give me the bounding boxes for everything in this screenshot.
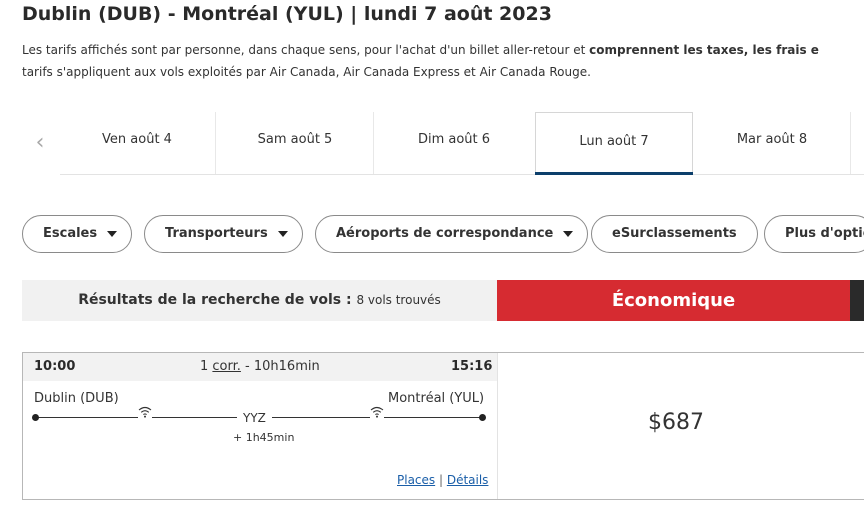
filter-label: eSurclassements	[612, 226, 737, 241]
destination-airport: Montréal (YUL)	[388, 391, 485, 406]
link-separator: |	[435, 473, 447, 487]
carriers-filter-button[interactable]: Transporteurs	[144, 215, 303, 253]
date-tab-aug-8[interactable]: Mar août 8	[693, 112, 851, 174]
flight-card-header: 10:00 1 corr. - 10h16min 15:16	[23, 353, 497, 381]
flight-card: 10:00 1 corr. - 10h16min 15:16 Dublin (D…	[22, 352, 864, 500]
filter-label: Aéroports de correspondance	[336, 226, 554, 241]
chevron-left-icon: ‹	[35, 130, 45, 155]
date-tab-label: Mar août 8	[736, 132, 808, 147]
more-options-button[interactable]: Plus d'optio	[764, 215, 864, 253]
filter-label: Plus d'optio	[785, 226, 864, 241]
card-column-divider	[497, 353, 498, 499]
previous-date-button[interactable]: ‹	[28, 128, 52, 158]
connection-airport-code: YYZ	[237, 411, 272, 425]
filter-label: Escales	[43, 226, 98, 241]
origin-dot	[32, 414, 39, 421]
date-tab-label: Dim août 6	[417, 132, 491, 147]
date-tab-aug-4[interactable]: Ven août 4	[58, 112, 216, 174]
results-label: Résultats de la recherche de vols :	[78, 292, 357, 308]
seats-link[interactable]: Places	[397, 473, 435, 487]
date-tab-aug-5[interactable]: Sam août 5	[216, 112, 374, 174]
caret-down-icon	[277, 230, 288, 237]
upgrades-filter-button[interactable]: eSurclassements	[591, 215, 758, 253]
date-tab-aug-7-selected[interactable]: Lun août 7	[535, 112, 693, 175]
caret-down-icon	[107, 230, 118, 237]
fare-description-line2: tarifs s'appliquent aux vols exploités p…	[22, 65, 591, 79]
stops-filter-button[interactable]: Escales	[22, 215, 133, 253]
arrival-time: 15:16	[451, 359, 493, 374]
wifi-icon	[370, 406, 384, 418]
date-tab-separator	[850, 112, 851, 174]
flight-links: Places | Détails	[397, 473, 488, 487]
caret-down-icon	[563, 230, 574, 237]
date-tab-separator	[373, 112, 374, 174]
date-tab-label: Sam août 5	[257, 132, 333, 147]
stops-count: 1	[200, 359, 213, 374]
page-title: Dublin (DUB) - Montréal (YUL) | lundi 7 …	[22, 3, 552, 25]
date-tab-label: Ven août 4	[102, 132, 172, 147]
date-tab-label: Lun août 7	[579, 134, 649, 149]
fare-description: Les tarifs affichés sont par personne, d…	[22, 39, 864, 83]
connection-airports-filter-button[interactable]: Aéroports de correspondance	[315, 215, 589, 253]
flight-duration: - 10h16min	[240, 359, 320, 374]
destination-dot	[479, 414, 486, 421]
origin-airport: Dublin (DUB)	[34, 391, 119, 406]
economy-price[interactable]: $687	[648, 410, 704, 435]
filter-label: Transporteurs	[165, 226, 268, 241]
results-count: 8 vols trouvés	[356, 293, 441, 307]
wifi-icon	[138, 406, 152, 418]
details-link[interactable]: Détails	[447, 473, 489, 487]
cabin-economy-header[interactable]: Économique	[497, 280, 850, 321]
date-tab-aug-6[interactable]: Dim août 6	[375, 112, 533, 174]
results-summary: Résultats de la recherche de vols : 8 vo…	[22, 280, 497, 321]
cabin-next-header[interactable]	[850, 280, 864, 321]
connection-link[interactable]: corr.	[212, 359, 241, 374]
stops-summary: 1 corr. - 10h16min	[200, 353, 320, 381]
fare-description-emphasis: comprennent les taxes, les frais e	[589, 43, 819, 57]
fare-description-line1: Les tarifs affichés sont par personne, d…	[22, 43, 590, 57]
departure-time: 10:00	[34, 359, 76, 374]
date-tabs-divider	[60, 174, 864, 175]
layover-duration: + 1h45min	[233, 431, 295, 444]
